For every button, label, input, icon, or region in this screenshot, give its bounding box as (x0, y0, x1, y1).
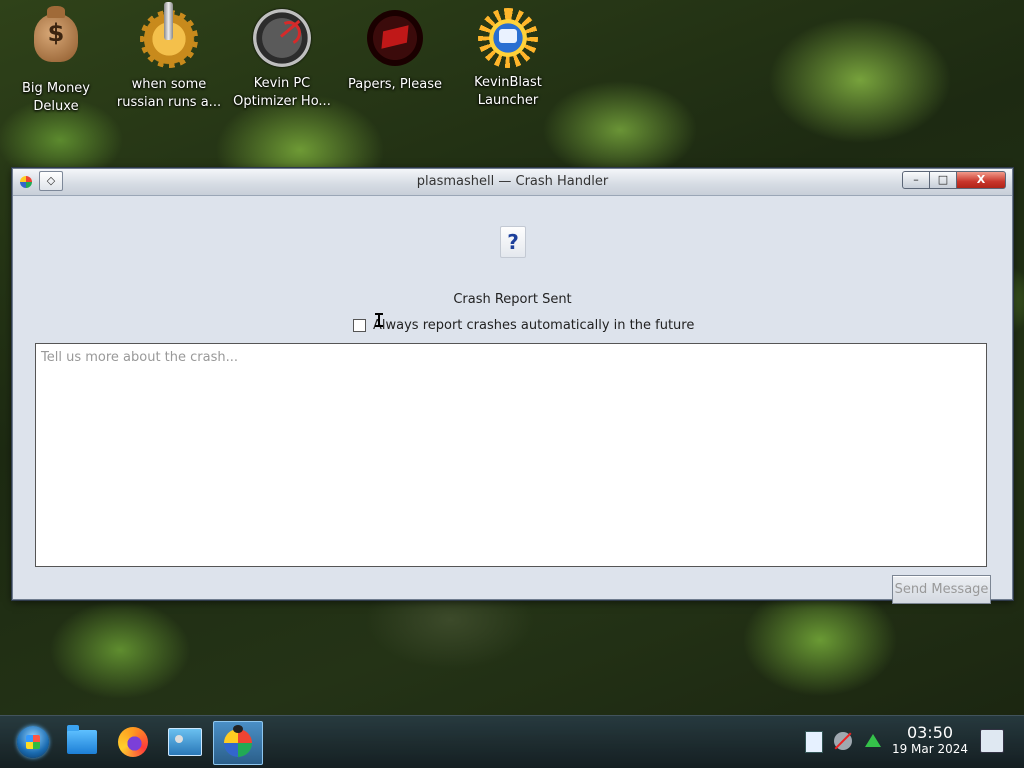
clipboard-tray-button[interactable] (802, 730, 824, 753)
desktop-icon-kevin-pc-optimizer[interactable]: Kevin PC Optimizer Ho... (226, 8, 338, 111)
papers-please-icon (365, 10, 425, 70)
status-text: Crash Report Sent (453, 292, 572, 307)
desktop-icon-label: russian runs a... (116, 95, 222, 110)
minimize-button[interactable]: – (902, 171, 930, 189)
auto-report-option[interactable]: Always report crashes automatically in t… (353, 318, 694, 333)
maximize-button[interactable]: □ (929, 171, 957, 189)
text-cursor-icon (375, 313, 383, 327)
network-icon (865, 734, 881, 747)
volume-muted-icon (834, 732, 852, 750)
clock-date: 19 Mar 2024 (891, 742, 969, 756)
crash-handler-window: ◇ plasmashell — Crash Handler – □ X ? Cr… (12, 168, 1013, 604)
window-titlebar[interactable]: ◇ plasmashell — Crash Handler – □ X (13, 169, 1012, 196)
crash-handler-icon (224, 725, 252, 757)
volume-tray-button[interactable] (832, 730, 854, 752)
window-content: ? Crash Report Sent Always report crashe… (13, 196, 1012, 604)
desktop-icon-label: Launcher (477, 93, 539, 108)
start-menu-button[interactable] (12, 721, 54, 763)
send-message-button[interactable]: Send Message (892, 575, 991, 604)
show-desktop-button[interactable] (980, 729, 1004, 753)
file-manager-button[interactable] (61, 721, 103, 763)
desktop-icon-label: Papers, Please (347, 77, 443, 92)
question-mark-icon: ? (500, 226, 526, 258)
start-menu-icon (17, 726, 49, 758)
desktop-icon-label: KevinBlast (474, 75, 542, 90)
firefox-icon (118, 727, 148, 757)
desktop-icon-kevinblast-launcher[interactable]: KevinBlast Launcher (452, 8, 564, 110)
gear-icon (139, 2, 199, 70)
clock-time: 03:50 (906, 723, 954, 742)
clipboard-icon (805, 731, 823, 753)
desktop-icon-label: Deluxe (33, 99, 79, 114)
window-title: plasmashell — Crash Handler (416, 174, 609, 189)
folder-icon (67, 725, 97, 754)
taskbar: 03:50 19 Mar 2024 (0, 715, 1024, 768)
money-bag-icon: $ (26, 6, 86, 74)
auto-report-checkbox[interactable] (353, 319, 366, 332)
crash-details-placeholder: Tell us more about the crash... (41, 350, 239, 365)
auto-report-label[interactable]: Always report crashes automatically in t… (373, 318, 694, 333)
gauge-icon (252, 9, 312, 69)
desktop-icon-russian-runs[interactable]: when some russian runs a... (113, 2, 225, 112)
desktop-icon-big-money-deluxe[interactable]: $ Big Money Deluxe (0, 6, 112, 116)
firefox-button[interactable] (112, 721, 154, 763)
desktop-icon-label: Kevin PC (253, 76, 311, 91)
desktop-icon-label: Big Money (21, 81, 90, 96)
crash-details-textarea[interactable]: Tell us more about the crash... (35, 343, 987, 567)
close-button[interactable]: X (956, 171, 1006, 189)
clock[interactable]: 03:50 19 Mar 2024 (880, 723, 980, 757)
desktop-icon-papers-please[interactable]: Papers, Please (339, 8, 451, 94)
desktop-icon-label: when some (131, 77, 207, 92)
system-monitor-button[interactable] (164, 721, 206, 763)
desktop-icon-label: Optimizer Ho... (233, 94, 331, 109)
crash-handler-task-button[interactable] (213, 721, 263, 765)
system-monitor-icon (168, 728, 202, 756)
sunburst-icon (478, 8, 538, 68)
